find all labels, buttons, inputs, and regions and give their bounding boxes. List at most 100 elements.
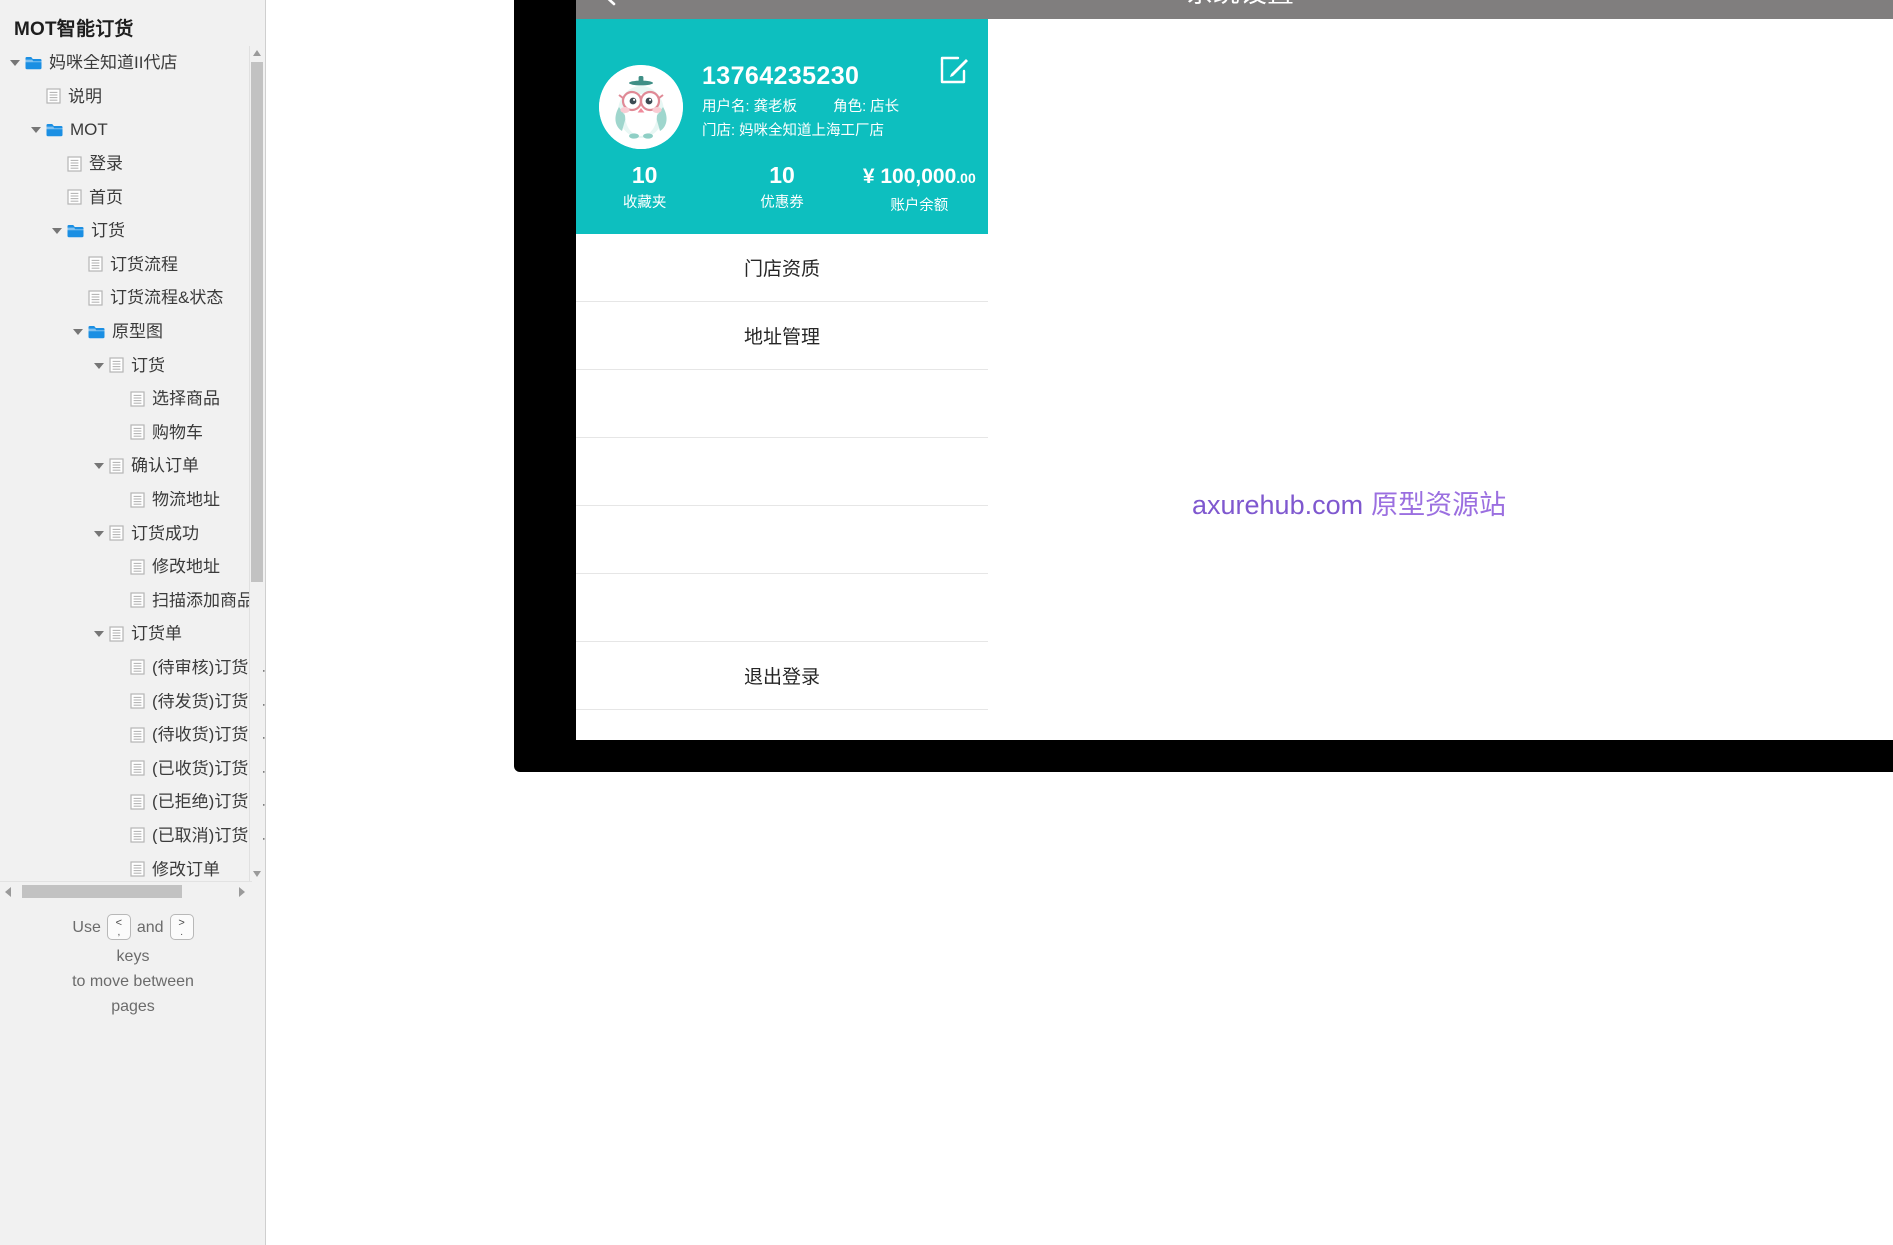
sitemap-node-label: 购物车 bbox=[152, 423, 203, 441]
hint-line-3: to move between bbox=[72, 973, 194, 990]
hint-line-1: Use < , and > . bbox=[0, 910, 265, 944]
sitemap-node[interactable]: 订货 bbox=[0, 348, 265, 382]
hint-line-4: pages bbox=[111, 998, 155, 1015]
expand-arrow-icon[interactable] bbox=[71, 324, 86, 339]
node-arrow-spacer bbox=[113, 828, 128, 843]
settings-menu-row[interactable]: 门店资质 bbox=[576, 234, 988, 302]
page-icon bbox=[67, 155, 82, 172]
page-icon bbox=[109, 626, 124, 642]
sitemap-node[interactable]: 订货流程&状态 bbox=[0, 281, 265, 315]
sitemap-node[interactable]: 修改地址 bbox=[0, 550, 265, 584]
sitemap-node[interactable]: 选择商品 bbox=[0, 382, 265, 416]
sitemap-node[interactable]: (已拒绝)订货单 bbox=[0, 785, 265, 819]
sitemap-node[interactable]: (待发货)订货单 bbox=[0, 684, 265, 718]
sitemap-node[interactable]: 订货成功 bbox=[0, 516, 265, 550]
node-arrow-spacer bbox=[113, 391, 128, 406]
settings-menu-row-blank bbox=[576, 506, 988, 574]
page-icon bbox=[130, 760, 145, 776]
store-label: 门店: bbox=[702, 123, 736, 139]
sitemap-node[interactable]: 修改订单 bbox=[0, 852, 265, 881]
sitemap-node-label: 确认订单 bbox=[131, 457, 199, 475]
sitemap-node[interactable]: 说明 bbox=[0, 80, 265, 114]
node-arrow-spacer bbox=[71, 257, 86, 272]
sitemap-node[interactable]: 确认订单 bbox=[0, 449, 265, 483]
watermark-label: 原型资源站 bbox=[1371, 490, 1507, 520]
sitemap-node[interactable]: (已取消)订货单 bbox=[0, 819, 265, 853]
expand-arrow-icon[interactable] bbox=[50, 223, 65, 238]
profile-stat-label: 优惠券 bbox=[760, 195, 804, 211]
sitemap-node[interactable]: (待审核)订货单 bbox=[0, 651, 265, 685]
watermark: axurehub.com 原型资源站 bbox=[1192, 483, 1506, 522]
node-arrow-spacer bbox=[113, 660, 128, 675]
folder-icon bbox=[46, 123, 63, 137]
profile-stat-cents: .00 bbox=[956, 170, 976, 186]
expand-arrow-icon[interactable] bbox=[92, 458, 107, 473]
sitemap-node[interactable]: 购物车 bbox=[0, 416, 265, 450]
sitemap-node-label: 订货 bbox=[91, 222, 125, 240]
node-arrow-spacer bbox=[113, 492, 128, 507]
settings-menu-row-blank bbox=[576, 370, 988, 438]
tree-vertical-scrollbar[interactable] bbox=[249, 46, 263, 881]
sitemap-node-label: 订货流程 bbox=[110, 255, 178, 273]
sitemap-node[interactable]: 订货单 bbox=[0, 617, 265, 651]
keyboard-hint: Use < , and > . keys to move between pag… bbox=[0, 910, 265, 1019]
node-arrow-spacer bbox=[113, 794, 128, 809]
sitemap-node[interactable]: 原型图 bbox=[0, 315, 265, 349]
sitemap-tree-scroll-area[interactable]: 妈咪全知道II代店 说明 MOT 登录 首页 订货 订货流程 订货流程&状态 原型图 订货 选择商品… bbox=[0, 46, 265, 881]
page-icon bbox=[46, 88, 61, 104]
page-icon bbox=[88, 256, 103, 272]
sitemap-node[interactable]: 登录 bbox=[0, 147, 265, 181]
scroll-down-icon[interactable] bbox=[250, 867, 264, 881]
settings-menu-label: 门店资质 bbox=[743, 259, 820, 280]
edit-pencil-icon[interactable] bbox=[938, 54, 970, 86]
profile-stat[interactable]: 10 收藏夹 bbox=[576, 161, 713, 217]
page-icon bbox=[130, 827, 145, 844]
expand-arrow-icon[interactable] bbox=[92, 526, 107, 541]
folder-icon bbox=[25, 56, 42, 70]
settings-menu-row-blank bbox=[576, 574, 988, 642]
sitemap-node[interactable]: (已收货)订货单 bbox=[0, 751, 265, 785]
settings-menu-row[interactable]: 地址管理 bbox=[576, 302, 988, 370]
sitemap-node-label: 订货成功 bbox=[131, 524, 199, 542]
scroll-right-icon[interactable] bbox=[237, 886, 249, 898]
sitemap-node[interactable]: (待收货)订货单 bbox=[0, 718, 265, 752]
sitemap-node[interactable]: 首页 bbox=[0, 180, 265, 214]
hint-and-label: and bbox=[136, 918, 164, 936]
scroll-left-icon[interactable] bbox=[3, 886, 15, 898]
sitemap-node-label: 说明 bbox=[68, 87, 102, 105]
sitemap-node[interactable]: 扫描添加商品 bbox=[0, 584, 265, 618]
sitemap-node-label: 订货单 bbox=[131, 625, 182, 643]
device-frame: 系统设置 bbox=[514, 0, 1893, 772]
page-icon bbox=[130, 424, 145, 440]
sitemap-node[interactable]: 物流地址 bbox=[0, 483, 265, 517]
expand-arrow-icon[interactable] bbox=[92, 358, 107, 373]
scroll-up-icon[interactable] bbox=[250, 46, 264, 60]
sitemap-node[interactable]: 订货 bbox=[0, 214, 265, 248]
settings-menu-label: 退出登录 bbox=[743, 667, 820, 688]
profile-phone-number: 13764235230 bbox=[702, 62, 860, 90]
profile-stat[interactable]: ¥ 100,000.00 账户余额 bbox=[851, 161, 988, 217]
node-arrow-spacer bbox=[113, 761, 128, 776]
scroll-thumb-vertical[interactable] bbox=[251, 62, 263, 582]
profile-stat-label: 账户余额 bbox=[890, 198, 949, 214]
sitemap-node[interactable]: MOT bbox=[0, 113, 265, 147]
node-arrow-spacer bbox=[50, 190, 65, 205]
expand-arrow-icon[interactable] bbox=[8, 55, 23, 70]
expand-arrow-icon[interactable] bbox=[92, 626, 107, 641]
settings-menu-label: 地址管理 bbox=[743, 327, 820, 348]
node-arrow-spacer bbox=[113, 593, 128, 608]
sitemap-tree: 妈咪全知道II代店 说明 MOT 登录 首页 订货 订货流程 订货流程&状态 原型图 订货 选择商品… bbox=[0, 46, 265, 881]
scroll-thumb-horizontal[interactable] bbox=[22, 885, 182, 898]
node-arrow-spacer bbox=[113, 727, 128, 742]
profile-stat-amount: ¥ 100,000 bbox=[862, 165, 957, 188]
expand-arrow-icon[interactable] bbox=[29, 122, 44, 137]
sitemap-node-label: 登录 bbox=[89, 155, 123, 173]
page-icon bbox=[130, 861, 145, 877]
sitemap-node[interactable]: 订货流程 bbox=[0, 248, 265, 282]
settings-menu-row[interactable]: 退出登录 bbox=[576, 642, 988, 710]
sitemap-node-label: MOT bbox=[70, 121, 108, 139]
profile-stat[interactable]: 10 优惠券 bbox=[713, 161, 850, 217]
sitemap-node[interactable]: 妈咪全知道II代店 bbox=[0, 46, 265, 80]
profile-stat-value: 10 bbox=[631, 162, 658, 188]
tree-horizontal-scrollbar[interactable] bbox=[0, 881, 252, 899]
